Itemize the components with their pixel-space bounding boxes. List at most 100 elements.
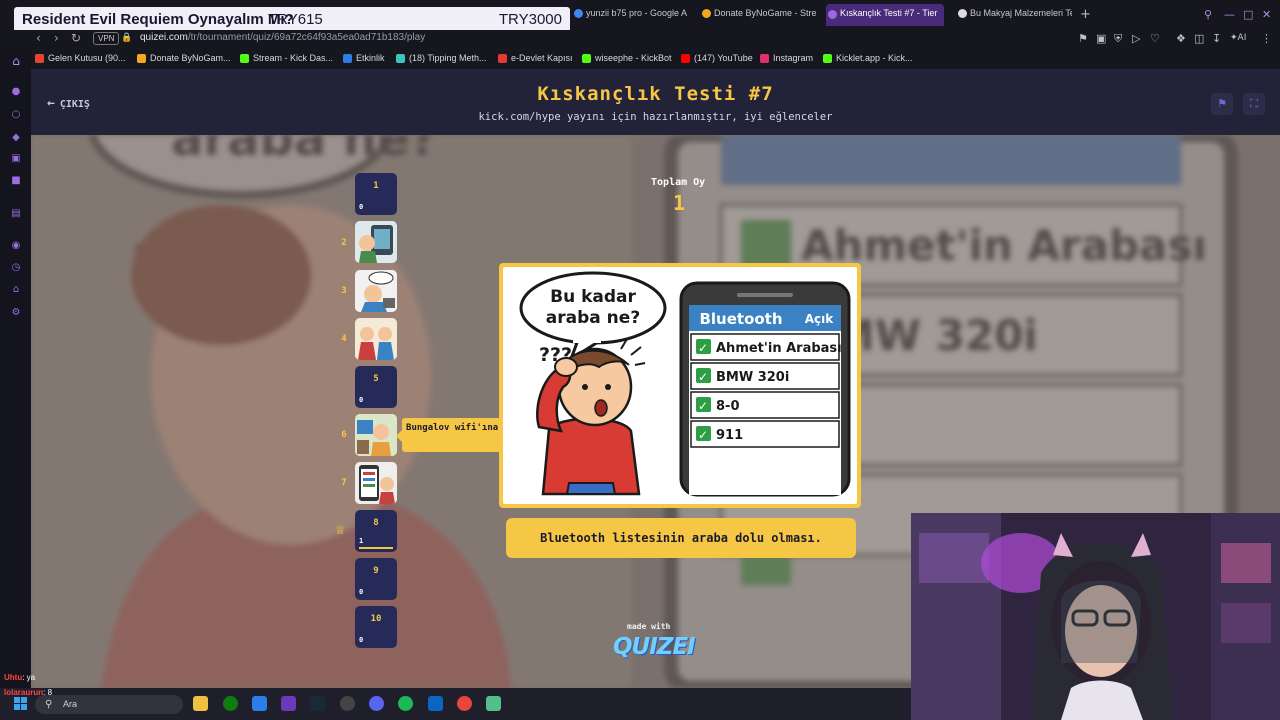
shield-icon[interactable]: ⛨ — [1114, 32, 1122, 46]
bluetooth-item-3: 8-0 — [716, 399, 740, 414]
instagram-icon — [760, 54, 769, 63]
bookmark-donate[interactable]: Donate ByNoGam... — [137, 53, 231, 63]
download-icon[interactable]: ↧ — [1212, 32, 1221, 45]
bookmark-etkinlik[interactable]: Etkinlik — [343, 53, 385, 63]
new-tab-plus-icon[interactable]: + — [1080, 7, 1091, 22]
heart-icon[interactable]: ♡ — [1150, 32, 1160, 45]
taskbar-search[interactable]: ⚲ Ara — [35, 695, 183, 714]
browser-app-icon[interactable] — [281, 696, 296, 711]
thumbnail-2-image — [355, 221, 397, 263]
bracket-item-6-thumbnail[interactable] — [355, 414, 397, 456]
bookmark-icon[interactable]: ⚑ — [1078, 32, 1088, 45]
panel-app-6-icon[interactable]: ◉ — [10, 240, 22, 252]
panel-app-7-icon[interactable]: ⌂ — [10, 284, 22, 296]
panel-app-5-icon[interactable]: ■ — [10, 175, 22, 187]
total-votes-value: 1 — [673, 191, 686, 215]
bracket-side-number: 7 — [341, 478, 347, 488]
ai-icon[interactable]: ✦AI — [1230, 33, 1246, 43]
bluetooth-item-2: BMW 320i — [716, 370, 789, 385]
maximize-icon[interactable]: □ — [1243, 8, 1253, 21]
quizei-logo[interactable]: QUIZEI — [613, 634, 696, 660]
fullscreen-button[interactable]: ⛶ — [1243, 93, 1265, 115]
bluetooth-item-4: 911 — [716, 428, 743, 443]
kickbot-icon — [582, 54, 591, 63]
bracket-item-9[interactable]: 9 0 — [355, 558, 397, 600]
lock-icon[interactable]: 🔒 — [121, 33, 132, 43]
browser-tab-bar: Resident Evil Requiem Oynayalım Mı? TRY6… — [0, 0, 1280, 32]
play-icon[interactable]: ▷ — [1132, 32, 1140, 45]
vpn-badge[interactable]: VPN — [93, 32, 120, 45]
bracket-item-10[interactable]: 10 0 — [355, 606, 397, 648]
tab-makyaj[interactable]: Bu Makyaj Malzemeleri Te — [956, 6, 1072, 24]
panel-app-3-icon[interactable]: ◆ — [10, 132, 22, 144]
bracket-item-5[interactable]: 5 0 — [355, 366, 397, 408]
obs-icon[interactable] — [486, 696, 501, 711]
bookmark-kicklet[interactable]: Kicklet.app - Kick... — [823, 53, 913, 63]
current-item-card[interactable]: Bu kadar araba ne? ??? Bluetooth Açık ✓ … — [499, 263, 861, 508]
history-icon[interactable]: ◷ — [10, 262, 22, 274]
sidebar-toggle-icon[interactable]: ◫ — [1194, 32, 1204, 45]
close-icon[interactable]: ✕ — [1262, 8, 1271, 21]
url-field[interactable]: quizei.com/tr/tournament/quiz/69a72c64f9… — [140, 32, 425, 43]
current-item-caption[interactable]: Bluetooth listesinin araba dolu olması. — [506, 518, 856, 558]
home-icon[interactable]: ⌂ — [10, 55, 22, 67]
bracket-item-votes: 0 — [359, 636, 364, 644]
windows-start-icon[interactable] — [14, 697, 28, 711]
tab-google[interactable]: yunzii b75 pro - Google A — [572, 6, 688, 24]
panel-app-4-icon[interactable]: ▣ — [10, 153, 22, 165]
copilot-icon[interactable] — [252, 696, 267, 711]
settings-app-icon[interactable] — [428, 696, 443, 711]
bracket-side-number: 3 — [341, 286, 347, 296]
browser-search-icon[interactable]: ⚲ — [1204, 8, 1212, 21]
bookmark-kick-dashboard[interactable]: Stream - Kick Das... — [240, 53, 333, 63]
chat-message: Uhtu: ya — [4, 673, 35, 682]
bookmark-gmail[interactable]: Gelen Kutusu (90... — [35, 53, 126, 63]
webcam-feed — [911, 513, 1280, 720]
donate-icon — [137, 54, 146, 63]
google-favicon-icon — [574, 9, 583, 18]
edevlet-icon — [498, 54, 507, 63]
tab-donate[interactable]: Donate ByNoGame - Strea — [700, 6, 816, 24]
bookmark-instagram[interactable]: Instagram — [760, 53, 813, 63]
bracket-item-8-leader[interactable]: 8 1 — [355, 510, 397, 552]
quizei-favicon-icon — [828, 10, 837, 19]
menu-icon[interactable]: ⋮ — [1261, 32, 1272, 45]
back-arrow-icon[interactable]: ‹ — [36, 31, 41, 45]
twitch-icon[interactable]: ▤ — [10, 208, 22, 220]
forward-arrow-icon[interactable]: › — [54, 31, 59, 45]
chrome-icon[interactable] — [457, 696, 472, 711]
bookmark-kickbot[interactable]: wiseephe - KickBot — [582, 53, 672, 63]
bracket-item-4-thumbnail[interactable] — [355, 318, 397, 360]
reload-icon[interactable]: ↻ — [71, 31, 81, 45]
bracket-item-3-thumbnail[interactable] — [355, 270, 397, 312]
extensions-icon[interactable]: ❖ — [1176, 32, 1186, 45]
steam-icon[interactable] — [310, 696, 325, 711]
chat-text: : ya — [22, 673, 36, 682]
screenshot-icon[interactable]: ▣ — [1096, 32, 1106, 45]
bracket-item-2-thumbnail[interactable] — [355, 221, 397, 263]
bookmark-youtube[interactable]: (147) YouTube — [681, 53, 753, 63]
svg-text:araba ne?: araba ne? — [171, 135, 437, 167]
thumbnail-7-image — [355, 462, 397, 504]
settings-gear-icon[interactable]: ⚙ — [10, 307, 22, 319]
donate-favicon-icon — [702, 9, 711, 18]
quiz-header: ← ÇIKIŞ Kıskançlık Testi #7 kick.com/hype… — [31, 69, 1280, 135]
bracket-item-7-thumbnail[interactable] — [355, 462, 397, 504]
minimize-icon[interactable]: — — [1224, 8, 1235, 21]
spotify-icon[interactable] — [398, 696, 413, 711]
discord-icon[interactable] — [369, 696, 384, 711]
panel-app-2-icon[interactable]: ○ — [10, 109, 22, 121]
crown-icon: ♕ — [335, 523, 346, 537]
vote-share-bar — [359, 547, 393, 549]
bookmark-edevlet[interactable]: e-Devlet Kapısı — [498, 53, 573, 63]
xbox-icon[interactable] — [223, 696, 238, 711]
tab-quiz-active[interactable]: Kıskançlık Testi #7 - Tier — [826, 4, 944, 26]
bookmark-tipping[interactable]: (18) Tipping Meth... — [396, 53, 487, 63]
phone-status: Açık — [805, 312, 835, 326]
bracket-item-1[interactable]: 1 0 — [355, 173, 397, 215]
search-icon: ⚲ — [45, 699, 53, 710]
file-explorer-icon[interactable] — [193, 696, 208, 711]
report-flag-button[interactable]: ⚑ — [1211, 93, 1233, 115]
app-icon[interactable] — [340, 696, 355, 711]
panel-app-1-icon[interactable]: ● — [10, 86, 22, 98]
